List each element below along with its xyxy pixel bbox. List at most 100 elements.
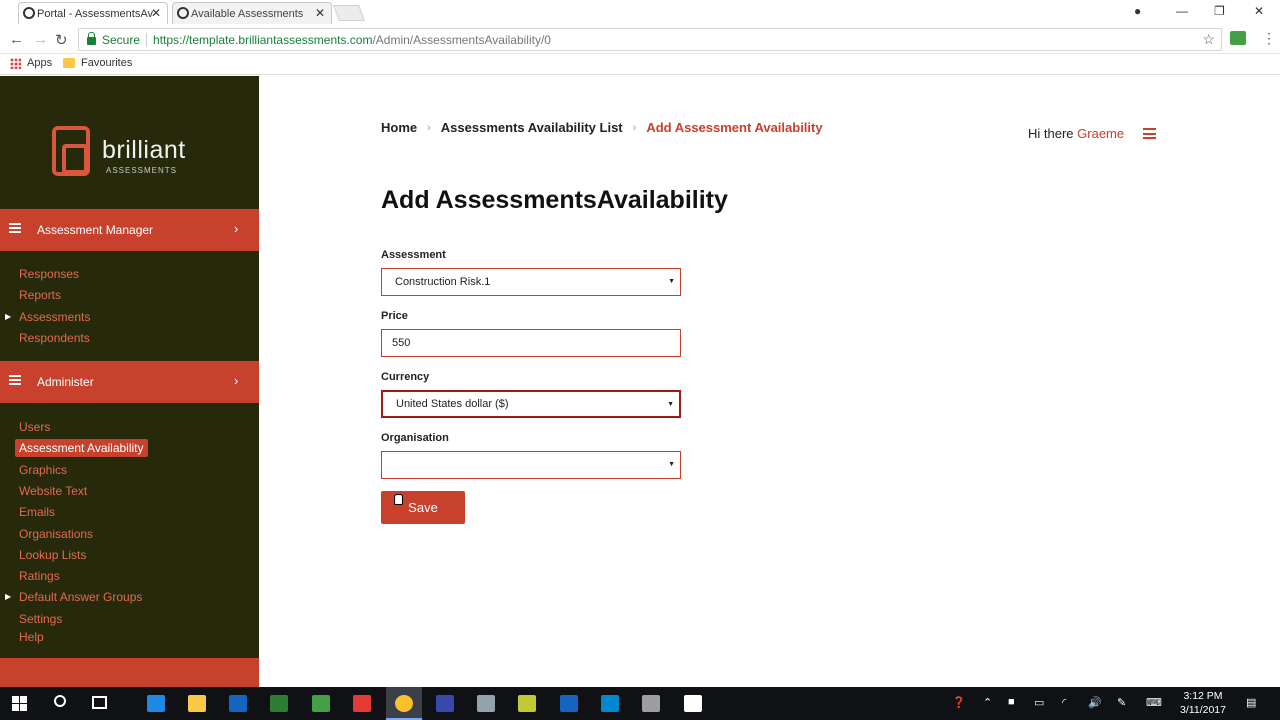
task-view-icon[interactable] xyxy=(92,696,107,709)
assessment-select[interactable]: Construction Risk.1 ▼ xyxy=(381,268,681,296)
camtasia-icon[interactable] xyxy=(312,695,330,712)
assessment-label: Assessment xyxy=(381,249,446,261)
app-icon[interactable] xyxy=(477,695,495,712)
sidebar-item-lookup-lists[interactable]: Lookup Lists xyxy=(19,548,86,562)
word-icon[interactable] xyxy=(560,695,578,712)
section-assessment-manager[interactable]: Assessment Manager › xyxy=(0,209,259,251)
organisation-select[interactable]: ▼ xyxy=(381,451,681,479)
currency-select[interactable]: United States dollar ($) ▼ xyxy=(381,390,681,418)
hamburger-menu-icon[interactable] xyxy=(1143,128,1156,139)
sidebar-item-reports[interactable]: Reports xyxy=(19,288,61,302)
sidebar-item-graphics[interactable]: Graphics xyxy=(19,463,67,477)
close-tab-icon[interactable]: ✕ xyxy=(315,6,325,20)
sidebar-item-respondents[interactable]: Respondents xyxy=(19,331,90,345)
tab-title: Available Assessments xyxy=(191,7,304,20)
browser-menu-icon[interactable]: ⋮ xyxy=(1262,30,1276,47)
new-tab-button[interactable] xyxy=(333,5,365,21)
apps-grid-icon xyxy=(10,57,21,69)
minimize-icon[interactable]: — xyxy=(1176,4,1188,18)
profile-icon[interactable]: ● xyxy=(1134,4,1141,18)
search-icon[interactable] xyxy=(54,695,66,707)
sidebar-item-settings[interactable]: Settings xyxy=(19,612,62,626)
chevron-right-icon: › xyxy=(234,373,239,388)
breadcrumb: Home › Assessments Availability List › A… xyxy=(381,120,823,135)
url-host: https://template.brilliantassessments.co… xyxy=(153,32,373,47)
url-path: /Admin/AssessmentsAvailability/0 xyxy=(372,32,551,47)
outlook-icon[interactable] xyxy=(229,695,247,712)
network-icon[interactable]: ◜ xyxy=(1062,696,1066,709)
sidebar-item-emails[interactable]: Emails xyxy=(19,505,55,519)
edge-icon[interactable] xyxy=(147,695,165,712)
notifications-icon[interactable]: ▤ xyxy=(1246,696,1256,709)
user-name[interactable]: Graeme xyxy=(1077,126,1124,141)
reload-icon[interactable]: ↻ xyxy=(55,31,68,49)
secure-label: Secure xyxy=(102,32,141,47)
bookmark-star-icon[interactable]: ☆ xyxy=(1202,31,1215,48)
url-input[interactable]: Secure https://template.brilliantassessm… xyxy=(78,28,1222,51)
sidebar-item-ratings[interactable]: Ratings xyxy=(19,569,60,583)
brilliant-logo[interactable]: brilliant ASSESSMENTS xyxy=(52,126,202,181)
breadcrumb-list[interactable]: Assessments Availability List xyxy=(441,120,623,135)
settings-sliders-icon xyxy=(9,375,21,385)
hand-cursor-icon xyxy=(394,494,403,505)
forward-icon[interactable]: → xyxy=(33,31,48,48)
battery-icon[interactable]: ▭ xyxy=(1034,696,1044,709)
close-tab-icon[interactable]: ✕ xyxy=(151,6,161,20)
list-icon xyxy=(9,223,21,233)
breadcrumb-separator-icon: › xyxy=(632,121,637,134)
app-icon[interactable] xyxy=(518,695,536,712)
clock-time: 3:12 PM xyxy=(1183,690,1223,702)
system-clock[interactable]: 3:12 PM 3/11/2017 xyxy=(1168,689,1238,717)
sidebar: brilliant ASSESSMENTS Assessment Manager… xyxy=(0,76,259,687)
sidebar-item-assessments[interactable]: Assessments xyxy=(19,310,90,324)
skype-icon[interactable] xyxy=(601,695,619,712)
section-administer[interactable]: Administer › xyxy=(0,361,259,403)
keyboard-icon[interactable]: ⌨ xyxy=(1146,696,1162,709)
bookmark-favourites[interactable]: Favourites xyxy=(63,57,132,69)
price-label: Price xyxy=(381,310,408,322)
tray-app-icon[interactable]: ■ xyxy=(1008,696,1015,708)
chrome-icon[interactable] xyxy=(395,695,413,712)
excel-icon[interactable] xyxy=(270,695,288,712)
logo-mark-icon xyxy=(52,126,90,176)
help-icon[interactable]: ❓ xyxy=(952,696,966,709)
expand-caret-icon[interactable]: ▶ xyxy=(5,592,11,601)
snagit-icon[interactable] xyxy=(353,695,371,712)
bookmark-apps[interactable]: Apps xyxy=(10,57,52,69)
volume-icon[interactable]: 🔊 xyxy=(1088,696,1102,709)
close-window-icon[interactable]: ✕ xyxy=(1254,4,1264,18)
sidebar-item-help[interactable]: Help xyxy=(19,630,44,644)
sidebar-item-assessment-availability[interactable]: Assessment Availability xyxy=(15,439,148,457)
clock-date: 3/11/2017 xyxy=(1180,704,1226,716)
extension-icon[interactable] xyxy=(1230,31,1246,45)
back-icon[interactable]: ← xyxy=(9,31,24,48)
price-input-value: 550 xyxy=(392,337,411,349)
remote-desktop-icon[interactable] xyxy=(436,695,454,712)
windows-start-icon[interactable] xyxy=(12,696,27,711)
pen-icon[interactable]: ✎ xyxy=(1117,696,1126,709)
camtasia-recorder-icon[interactable] xyxy=(684,695,702,712)
dropdown-arrow-icon: ▼ xyxy=(668,461,675,468)
sidebar-item-organisations[interactable]: Organisations xyxy=(19,527,93,541)
browser-tab-strip: Portal - AssessmentsAv ✕ Available Asses… xyxy=(0,0,1280,26)
dropdown-arrow-icon: ▼ xyxy=(667,401,674,408)
sidebar-item-responses[interactable]: Responses xyxy=(19,267,79,281)
restore-icon[interactable]: ❐ xyxy=(1214,4,1225,18)
show-hidden-icons-icon[interactable]: ⌃ xyxy=(983,696,992,709)
tab-portal[interactable]: Portal - AssessmentsAv ✕ xyxy=(18,2,168,24)
sidebar-item-default-answer-groups[interactable]: Default Answer Groups xyxy=(19,590,142,604)
breadcrumb-home[interactable]: Home xyxy=(381,120,417,135)
sidebar-item-users[interactable]: Users xyxy=(19,420,50,434)
price-input[interactable]: 550 xyxy=(381,329,681,357)
user-greeting: Hi there Graeme xyxy=(1028,126,1125,141)
sidebar-item-website-text[interactable]: Website Text xyxy=(19,484,87,498)
folder-icon xyxy=(63,58,75,68)
currency-select-value: United States dollar ($) xyxy=(396,398,509,410)
tab-title: Portal - AssessmentsAv xyxy=(37,7,153,20)
app-icon[interactable] xyxy=(642,695,660,712)
assessment-select-value: Construction Risk.1 xyxy=(395,276,491,288)
tab-available-assessments[interactable]: Available Assessments ✕ xyxy=(172,2,332,24)
site-favicon-icon xyxy=(177,7,189,19)
file-explorer-icon[interactable] xyxy=(188,695,206,712)
expand-caret-icon[interactable]: ▶ xyxy=(5,312,11,321)
